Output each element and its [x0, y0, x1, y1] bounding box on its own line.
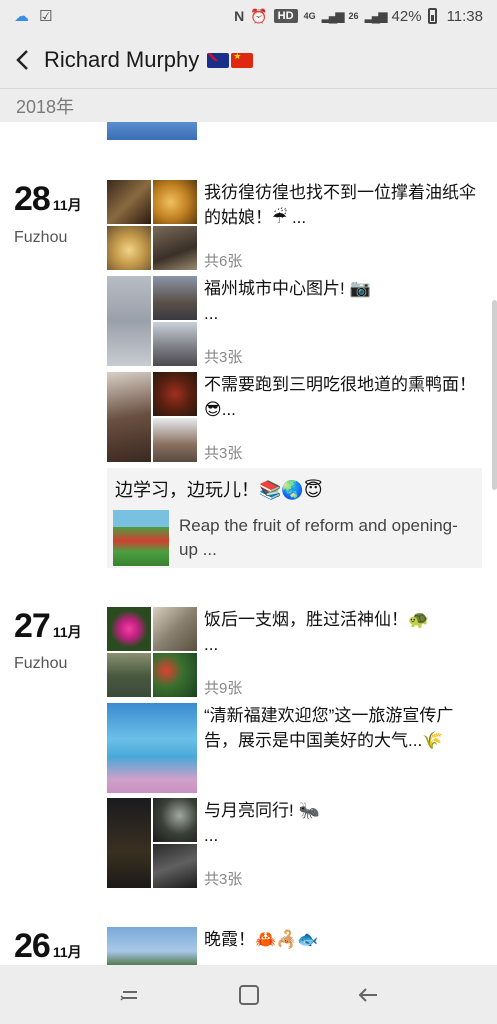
post-image — [107, 653, 151, 697]
notification-icon: ☁ — [14, 8, 29, 25]
back-nav-button[interactable] — [348, 975, 388, 1015]
post-image — [107, 372, 151, 462]
moment-post[interactable]: 晚霞！🦀🦂🐟 — [107, 927, 482, 965]
photo-count: 共3张 — [204, 445, 243, 462]
share-thumbnail — [113, 510, 169, 566]
back-button[interactable] — [0, 32, 44, 88]
post-image — [153, 607, 197, 651]
post-image — [107, 226, 151, 270]
clock: 11:38 — [446, 7, 483, 25]
post-text: 饭后一支烟，胜过活神仙！🐢 ... — [204, 610, 430, 654]
post-image-grid[interactable] — [107, 276, 197, 366]
photo-count: 共6张 — [204, 253, 243, 270]
share-description: Reap the fruit of reform and opening-up … — [179, 516, 458, 559]
post-image — [107, 607, 151, 651]
post-image-grid[interactable] — [107, 607, 197, 697]
day-label: 28 11月 — [14, 180, 82, 219]
network-label: 4G — [303, 11, 316, 21]
australia-flag-icon — [207, 52, 230, 68]
chevron-left-icon — [16, 50, 28, 70]
post-image-grid[interactable] — [107, 798, 197, 888]
photo-count: 共9张 — [204, 680, 243, 697]
post-text: 我彷徨彷徨也找不到一位撑着油纸伞的姑娘！☔ ... — [204, 183, 476, 227]
app-header: Richard Murphy — [0, 32, 497, 88]
hd-badge: HD — [273, 9, 298, 23]
moments-feed[interactable]: 28 11月 Fuzhou 我彷徨彷徨也找不到一位撑着油纸伞的姑娘！☔ ... … — [0, 122, 497, 965]
recent-apps-icon — [119, 990, 137, 1001]
post-image — [107, 180, 151, 224]
back-arrow-icon — [358, 987, 377, 1002]
moment-post[interactable]: “清新福建欢迎您”这一旅游宣传广告，展示是中国美好的大气...🌾 — [107, 703, 482, 795]
day-label: 26 11月 — [14, 927, 82, 965]
photo-count: 共3张 — [204, 871, 243, 888]
moment-post[interactable]: 饭后一支烟，胜过活神仙！🐢 ... 共9张 — [107, 607, 482, 699]
post-image — [153, 844, 197, 888]
post-image-grid[interactable] — [107, 372, 197, 462]
day-label: 27 11月 — [14, 607, 82, 646]
moment-post[interactable]: 福州城市中心图片! 📷 ... 共3张 — [107, 276, 482, 368]
china-flag-icon — [231, 51, 254, 68]
post-image[interactable] — [107, 703, 197, 793]
post-image — [153, 418, 197, 462]
signal-icon: ▂▄▆ — [321, 9, 345, 23]
day-number: 27 — [14, 607, 51, 645]
checkbox-notification-icon: ☑ — [39, 8, 53, 25]
flag-emojis — [207, 51, 254, 68]
post-text: 不需要跑到三明吃很地道的熏鸭面！😎... — [204, 375, 476, 419]
network-sub-label: 26 — [348, 11, 359, 21]
shared-article[interactable]: 边学习，边玩儿！📚🌏😇 Reap the fruit of reform and… — [107, 468, 482, 568]
page-title: Richard Murphy — [44, 47, 200, 72]
moment-post[interactable]: 我彷徨彷徨也找不到一位撑着油纸伞的姑娘！☔ ... 共6张 — [107, 180, 482, 272]
post-image — [107, 798, 151, 888]
month-label: 11月 — [52, 944, 82, 960]
location-label: Fuzhou — [14, 229, 68, 246]
post-text: 晚霞！🦀🦂🐟 — [204, 930, 319, 949]
post-text: “清新福建欢迎您”这一旅游宣传广告，展示是中国美好的大气...🌾 — [204, 706, 454, 750]
home-icon — [238, 984, 259, 1005]
post-image — [153, 322, 197, 366]
post-image[interactable] — [107, 927, 197, 965]
previous-post-image[interactable] — [107, 122, 197, 140]
moment-post[interactable]: 不需要跑到三明吃很地道的熏鸭面！😎... 共3张 — [107, 372, 482, 464]
month-label: 11月 — [52, 197, 82, 213]
location-label: Fuzhou — [14, 655, 68, 672]
signal-icon-2: ▂▄▆ — [364, 9, 388, 23]
post-image — [153, 226, 197, 270]
home-button[interactable] — [229, 975, 269, 1015]
battery-percent: 42% — [391, 7, 422, 25]
battery-icon — [427, 8, 437, 24]
scroll-indicator[interactable] — [492, 300, 497, 490]
alarm-icon: ⏰ — [250, 7, 268, 24]
post-image — [153, 276, 197, 320]
day-number: 28 — [14, 180, 51, 218]
day-number: 26 — [14, 927, 51, 965]
post-image — [153, 372, 197, 416]
share-title: 边学习，边玩儿！📚🌏😇 — [115, 480, 323, 500]
status-bar: ☁ ☑ N ⏰ HD 4G ▂▄▆ 26 ▂▄▆ 42% 11:38 — [0, 0, 497, 32]
recent-apps-button[interactable] — [110, 975, 150, 1015]
moment-post[interactable]: 与月亮同行! 🐜 ... 共3张 — [107, 798, 482, 890]
post-image-grid[interactable] — [107, 180, 197, 270]
post-image — [107, 276, 151, 366]
post-image — [153, 180, 197, 224]
system-nav-bar — [0, 965, 497, 1024]
year-header: 2018年 — [0, 88, 497, 122]
post-image — [153, 653, 197, 697]
post-text: 与月亮同行! 🐜 ... — [204, 801, 320, 845]
photo-count: 共3张 — [204, 349, 243, 366]
nfc-icon: N — [234, 8, 245, 24]
post-text: 福州城市中心图片! 📷 ... — [204, 279, 371, 323]
month-label: 11月 — [52, 624, 82, 640]
post-image — [153, 798, 197, 842]
